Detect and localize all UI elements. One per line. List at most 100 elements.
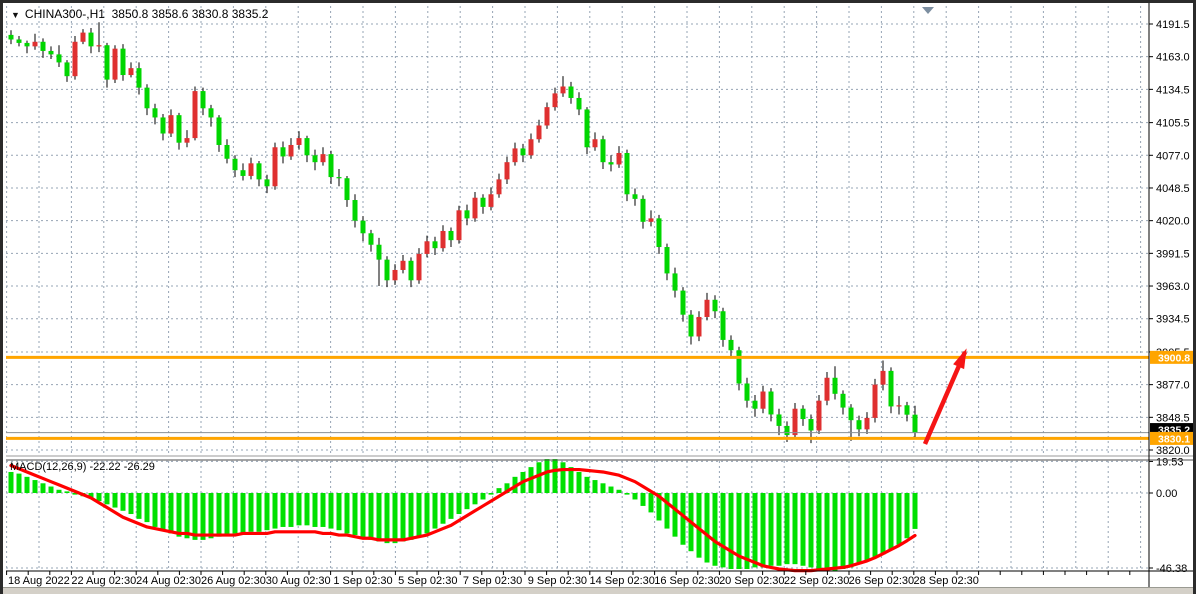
macd-histogram-bar <box>129 493 134 514</box>
macd-histogram-bar <box>817 493 822 569</box>
candle-body <box>105 45 110 79</box>
macd-histogram-bar <box>113 493 118 508</box>
candle-body <box>25 43 30 46</box>
macd-histogram-bar <box>313 493 318 527</box>
macd-histogram-bar <box>361 493 366 538</box>
candle-body <box>689 315 694 337</box>
candle-body <box>129 68 134 75</box>
candle-body <box>409 261 414 280</box>
macd-histogram-bar <box>577 472 582 493</box>
candle-body <box>209 108 214 117</box>
candle-body <box>345 178 350 200</box>
candle-body <box>401 261 406 270</box>
candle-body <box>193 91 198 138</box>
candle-body <box>481 198 486 207</box>
macd-histogram-bar <box>793 493 798 564</box>
candle-body <box>337 177 342 178</box>
macd-histogram-bar <box>329 493 334 529</box>
candle-body <box>281 147 286 156</box>
macd-histogram-bar <box>881 493 886 554</box>
candle-body <box>185 138 190 143</box>
candle-body <box>857 420 862 429</box>
price-axis-label: 3963.0 <box>1156 281 1190 293</box>
candle-body <box>657 218 662 247</box>
candle-body <box>849 408 854 421</box>
candle-body <box>553 93 558 107</box>
candle-body <box>905 405 910 414</box>
price-axis-label: 3934.5 <box>1156 314 1190 326</box>
macd-histogram-bar <box>585 477 590 493</box>
candle-body <box>225 145 230 159</box>
candle-body <box>633 194 638 199</box>
macd-histogram-bar <box>641 493 646 506</box>
candle-body <box>121 49 126 75</box>
price-axis-label: 4077.0 <box>1156 150 1190 162</box>
macd-axis-label: 19.53 <box>1156 456 1184 468</box>
macd-histogram-bar <box>609 487 614 493</box>
candle-body <box>321 154 326 162</box>
candle-body <box>241 170 246 176</box>
macd-histogram-bar <box>345 493 350 533</box>
time-axis-label: 16 Sep 02:30 <box>654 575 719 587</box>
candle-body <box>841 394 846 408</box>
candle-body <box>529 139 534 155</box>
candle-body <box>145 88 150 109</box>
macd-histogram-bar <box>913 493 918 529</box>
macd-histogram-bar <box>481 493 486 499</box>
macd-histogram-bar <box>305 493 310 525</box>
candle-body <box>81 33 86 42</box>
macd-histogram-bar <box>257 493 262 532</box>
macd-histogram-bar <box>489 493 494 495</box>
macd-histogram-bar <box>249 493 254 532</box>
time-axis-label: 26 Aug 02:30 <box>201 575 266 587</box>
macd-histogram-bar <box>593 480 598 493</box>
time-axis-label: 24 Aug 02:30 <box>136 575 201 587</box>
macd-histogram-bar <box>561 462 566 493</box>
candle-body <box>513 148 518 162</box>
candle-body <box>97 45 102 46</box>
candle-body <box>17 39 22 42</box>
macd-histogram-bar <box>65 491 70 493</box>
candle-body <box>793 409 798 435</box>
time-axis-label: 5 Sep 02:30 <box>398 575 457 587</box>
candle-body <box>169 115 174 133</box>
candle-body <box>745 383 750 400</box>
candle-body <box>601 139 606 162</box>
macd-histogram-bar <box>217 493 222 537</box>
candle-body <box>257 163 262 179</box>
time-axis-label: 18 Aug 2022 <box>8 575 70 587</box>
candle-body <box>65 62 70 76</box>
candle-body <box>537 125 542 139</box>
candle-body <box>665 247 670 273</box>
candle-body <box>889 371 894 407</box>
macd-histogram-bar <box>729 493 734 569</box>
time-axis-label: 14 Sep 02:30 <box>589 575 654 587</box>
candle-body <box>273 147 278 186</box>
candle-body <box>465 210 470 218</box>
time-axis-label: 22 Aug 02:30 <box>71 575 136 587</box>
candle-body <box>33 42 38 47</box>
candle-body <box>777 414 782 425</box>
candle-body <box>873 385 878 418</box>
symbol-dropdown-icon[interactable]: ▼ <box>11 10 20 20</box>
price-axis-label: 4020.0 <box>1156 216 1190 228</box>
candle-body <box>89 33 94 47</box>
macd-histogram-bar <box>25 477 30 493</box>
candle-body <box>913 415 918 433</box>
candle-body <box>137 68 142 87</box>
macd-histogram-bar <box>385 493 390 543</box>
chart-title-bar: ▼CHINA300-,H1 3850.8 3858.6 3830.8 3835.… <box>11 7 268 21</box>
macd-histogram-bar <box>553 459 558 493</box>
macd-histogram-bar <box>801 493 806 566</box>
macd-histogram-bar <box>225 493 230 535</box>
macd-histogram-bar <box>777 493 782 566</box>
chart-canvas[interactable]: 4191.54163.04134.54105.54077.04048.54020… <box>3 3 1196 594</box>
macd-histogram-bar <box>809 493 814 567</box>
macd-histogram-bar <box>369 493 374 540</box>
time-axis-label: 9 Sep 02:30 <box>528 575 587 587</box>
macd-histogram-bar <box>33 480 38 493</box>
window-bottom-strip <box>3 587 1193 594</box>
candle-body <box>177 115 182 143</box>
candle-body <box>737 350 742 383</box>
candle-body <box>617 153 622 164</box>
